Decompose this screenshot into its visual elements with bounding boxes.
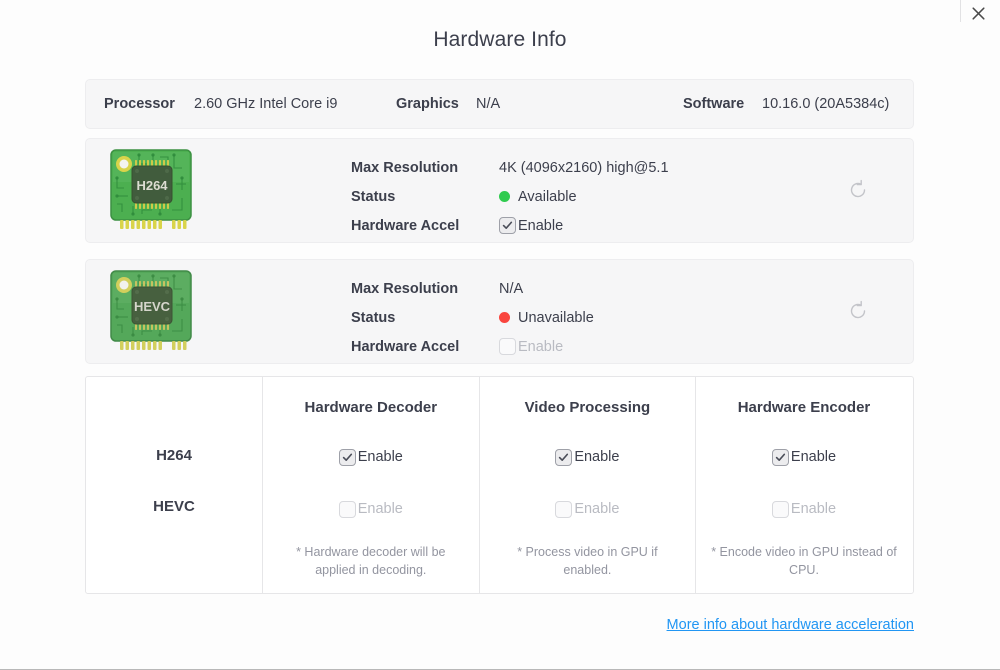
- encoder-checkbox-hevc: Enable: [771, 500, 837, 518]
- checkbox-label: Enable: [574, 501, 620, 517]
- checkbox-label: Enable: [518, 338, 564, 355]
- status-value: Available: [518, 188, 577, 205]
- more-info-link[interactable]: More info about hardware acceleration: [667, 617, 914, 633]
- close-icon: [971, 6, 986, 21]
- column-note: * Process video in GPU if enabled.: [517, 545, 658, 577]
- checkbox-box: [555, 500, 573, 518]
- checkbox-box: [771, 500, 789, 518]
- graphics-value: N/A: [476, 96, 501, 112]
- matrix-column-hardware-encoder: Hardware Encoder Enable Enable * Encode …: [695, 377, 912, 593]
- codec-card-hevc: HEVC Max Resolution N/A Status Unavailab…: [85, 259, 914, 364]
- status-label: Status: [351, 188, 396, 205]
- decoder-checkbox-hevc: Enable: [338, 500, 403, 518]
- hardware-accel-label: Hardware Accel: [351, 217, 460, 234]
- max-resolution-value: 4K (4096x2160) high@5.1: [499, 159, 669, 176]
- status-value: Unavailable: [518, 309, 594, 326]
- checkbox-box: [555, 448, 573, 466]
- status-dot-unavailable: [499, 312, 510, 323]
- chip-icon-h264: H264: [108, 148, 194, 236]
- matrix-column-video-processing: Video Processing Enable Enable * Process…: [478, 377, 696, 593]
- close-button[interactable]: [964, 2, 992, 24]
- hardware-accel-checkbox-h264[interactable]: Enable: [499, 217, 563, 234]
- checkbox-box: [499, 217, 516, 234]
- column-note: * Encode video in GPU instead of CPU.: [711, 545, 897, 577]
- checkbox-box: [338, 448, 356, 466]
- processor-label: Processor: [104, 96, 175, 112]
- matrix-row-label-h264: H264: [156, 447, 192, 464]
- processor-value: 2.60 GHz Intel Core i9: [194, 96, 338, 112]
- hardware-accel-row: Hardware Accel Enable: [351, 332, 594, 361]
- hardware-accel-checkbox-hevc: Enable: [499, 338, 563, 355]
- checkbox-label: Enable: [357, 501, 403, 517]
- max-resolution-row: Max Resolution 4K (4096x2160) high@5.1: [351, 153, 669, 182]
- checkbox-box: [338, 500, 356, 518]
- chip-label-hevc: HEVC: [134, 299, 171, 314]
- chip-icon-hevc: HEVC: [108, 269, 194, 357]
- software-label: Software: [683, 96, 745, 112]
- checkbox-label: Enable: [518, 217, 564, 234]
- column-header: Video Processing: [524, 399, 651, 416]
- video-processing-checkbox-h264[interactable]: Enable: [555, 448, 620, 466]
- codec-detail-rows-hevc: Max Resolution N/A Status Unavailable Ha…: [351, 274, 594, 361]
- column-header: Hardware Encoder: [737, 399, 871, 416]
- decoder-checkbox-h264[interactable]: Enable: [338, 448, 403, 466]
- check-icon: [558, 452, 569, 463]
- refresh-button-hevc[interactable]: [847, 300, 871, 324]
- chip-label-h264: H264: [136, 178, 168, 193]
- codec-feature-matrix: H264 HEVC Hardware Decoder Enable Enable: [85, 376, 914, 594]
- max-resolution-value: N/A: [499, 280, 524, 297]
- column-header: Hardware Decoder: [304, 399, 438, 416]
- status-dot-available: [499, 191, 510, 202]
- codec-detail-rows-h264: Max Resolution 4K (4096x2160) high@5.1 S…: [351, 153, 669, 240]
- refresh-button-h264[interactable]: [847, 179, 871, 203]
- matrix-row-label-column: H264 HEVC: [86, 377, 262, 593]
- checkbox-label: Enable: [574, 449, 620, 465]
- check-icon: [342, 452, 353, 463]
- encoder-checkbox-h264[interactable]: Enable: [771, 448, 837, 466]
- matrix-row-label-hevc: HEVC: [153, 498, 195, 515]
- system-summary-card: Processor 2.60 GHz Intel Core i9 Graphic…: [85, 79, 914, 129]
- page-title: Hardware Info: [433, 28, 567, 51]
- status-value-wrap: Available: [499, 189, 577, 205]
- matrix-column-hardware-decoder: Hardware Decoder Enable Enable * Hardwar…: [262, 377, 479, 593]
- refresh-icon: [847, 300, 871, 322]
- software-value: 10.16.0 (20A5384c): [762, 96, 890, 112]
- max-resolution-label: Max Resolution: [351, 159, 459, 176]
- checkbox-box: [499, 338, 516, 355]
- status-label: Status: [351, 309, 396, 326]
- graphics-label: Graphics: [396, 96, 459, 112]
- video-processing-checkbox-hevc: Enable: [555, 500, 620, 518]
- check-icon: [775, 452, 786, 463]
- checkbox-label: Enable: [790, 501, 837, 517]
- checkbox-box: [771, 448, 789, 466]
- status-row: Status Available: [351, 182, 669, 211]
- codec-card-h264: H264 Max Resolution 4K (4096x2160) high@…: [85, 138, 914, 243]
- status-row: Status Unavailable: [351, 303, 594, 332]
- hardware-accel-row: Hardware Accel Enable: [351, 211, 669, 240]
- titlebar-divider: [960, 0, 961, 22]
- max-resolution-label: Max Resolution: [351, 280, 459, 297]
- check-icon: [502, 220, 513, 231]
- hardware-accel-label: Hardware Accel: [351, 338, 460, 355]
- column-note: * Hardware decoder will be applied in de…: [296, 545, 446, 577]
- checkbox-label: Enable: [357, 449, 403, 465]
- checkbox-label: Enable: [790, 449, 837, 465]
- status-value-wrap: Unavailable: [499, 310, 594, 326]
- max-resolution-row: Max Resolution N/A: [351, 274, 594, 303]
- title-bar: [0, 0, 1000, 24]
- refresh-icon: [847, 179, 871, 201]
